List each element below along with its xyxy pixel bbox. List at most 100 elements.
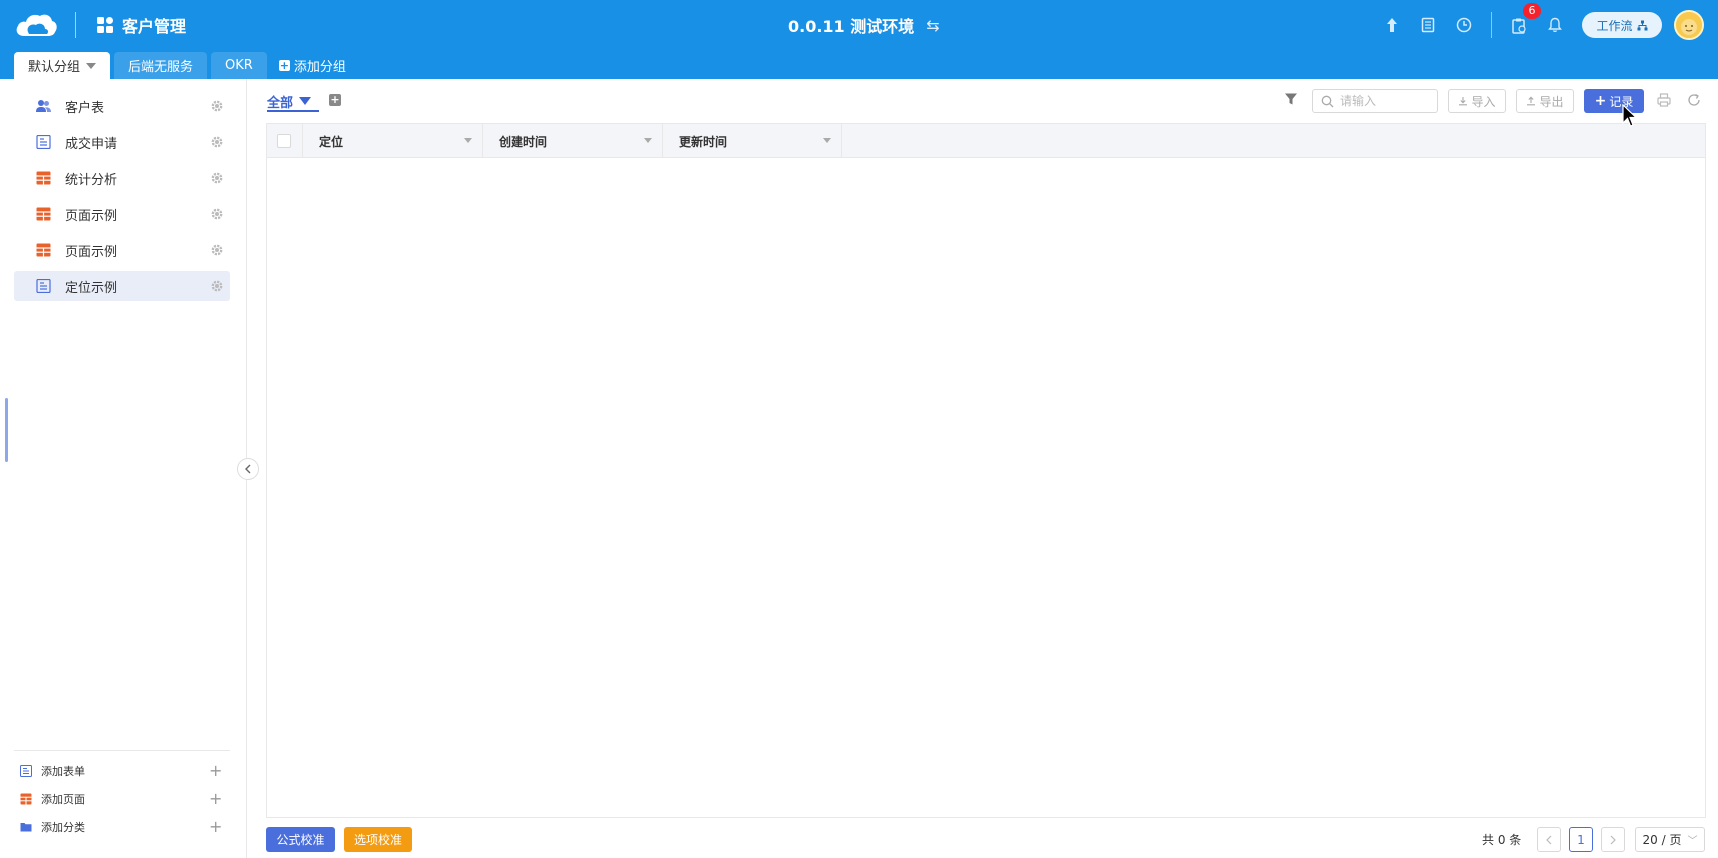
refresh-icon[interactable] xyxy=(1686,92,1702,108)
next-page-button[interactable] xyxy=(1601,827,1625,852)
sidebar-item-location-example[interactable]: 定位示例 xyxy=(14,271,230,301)
chevron-down-icon: ﹀ xyxy=(1687,836,1698,847)
add-group-label: 添加分组 xyxy=(293,60,346,75)
sidebar-item-label: 页面示例 xyxy=(65,208,118,224)
column-header-created-time[interactable]: 创建时间 xyxy=(482,124,662,158)
gear-icon[interactable] xyxy=(210,171,224,185)
add-group-button[interactable]: + 添加分组 xyxy=(271,52,354,79)
group-tabs: 默认分组 后端无服务 OKR + 添加分组 xyxy=(14,52,358,79)
column-menu-icon[interactable] xyxy=(823,138,831,143)
download-icon xyxy=(1459,97,1468,106)
mouse-cursor-icon xyxy=(1622,104,1638,127)
sidebar-item-label: 定位示例 xyxy=(65,280,118,296)
sidebar-item-page-example-2[interactable]: 页面示例 xyxy=(14,235,230,265)
sidebar-item-customer-table[interactable]: 客户表 xyxy=(14,91,230,121)
option-check-button[interactable]: 选项校准 xyxy=(344,827,412,852)
filter-icon[interactable] xyxy=(1284,92,1298,106)
notification-badge: 6 xyxy=(1523,3,1541,19)
import-button[interactable]: 导入 xyxy=(1448,89,1506,113)
folder-icon xyxy=(20,823,32,832)
page-number-button[interactable]: 1 xyxy=(1569,827,1593,852)
add-form-button[interactable]: 添加表单 + xyxy=(14,759,230,783)
user-avatar[interactable] xyxy=(1674,10,1704,40)
clock-icon[interactable] xyxy=(1454,15,1474,35)
sidebar: 客户表 成交申请 统计分析 页面示例 页面示例 定位示例 添加表单 + 添加页面… xyxy=(0,79,247,858)
import-label: 导入 xyxy=(1471,94,1496,109)
hierarchy-icon xyxy=(1637,20,1647,30)
caret-down-icon[interactable] xyxy=(299,97,312,105)
collapse-sidebar-button[interactable] xyxy=(237,458,259,480)
clipboard-icon[interactable] xyxy=(1509,15,1529,35)
column-header-label: 创建时间 xyxy=(499,134,548,149)
app-title-text: 客户管理 xyxy=(122,17,187,36)
add-form-label: 添加表单 xyxy=(41,765,85,778)
workflow-button[interactable]: 工作流 xyxy=(1582,12,1662,38)
sidebar-item-label: 客户表 xyxy=(65,100,105,116)
workflow-label: 工作流 xyxy=(1596,18,1633,33)
bell-icon[interactable] xyxy=(1545,15,1565,35)
total-count: 共 0 条 xyxy=(1482,833,1522,847)
form-icon xyxy=(36,279,51,293)
search-box[interactable] xyxy=(1312,89,1438,113)
plus-icon[interactable]: + xyxy=(209,787,222,811)
chevron-left-icon xyxy=(1546,835,1552,844)
gear-icon[interactable] xyxy=(210,243,224,257)
grid-icon xyxy=(97,17,113,33)
column-header-label: 更新时间 xyxy=(679,134,728,149)
select-all-checkbox[interactable] xyxy=(277,134,291,148)
sidebar-item-label: 统计分析 xyxy=(65,172,118,188)
sidebar-item-label: 页面示例 xyxy=(65,244,118,260)
export-button[interactable]: 导出 xyxy=(1516,89,1574,113)
plus-icon[interactable]: + xyxy=(209,759,222,783)
sidebar-item-statistics[interactable]: 统计分析 xyxy=(14,163,230,193)
document-icon[interactable] xyxy=(1418,15,1438,35)
table-icon xyxy=(36,243,51,257)
gear-icon[interactable] xyxy=(210,135,224,149)
print-icon[interactable] xyxy=(1656,92,1672,108)
swap-icon[interactable]: ⇆ xyxy=(926,16,939,35)
tab-backend-serverless[interactable]: 后端无服务 xyxy=(114,52,208,79)
users-icon xyxy=(36,100,51,112)
prev-page-button[interactable] xyxy=(1537,827,1561,852)
header-icons-divider xyxy=(1491,12,1492,38)
formula-check-button[interactable]: 公式校准 xyxy=(266,827,335,852)
chevron-down-icon[interactable] xyxy=(86,62,97,69)
plus-icon[interactable]: + xyxy=(209,815,222,839)
add-category-button[interactable]: 添加分类 + xyxy=(14,815,230,839)
upload-icon xyxy=(1527,96,1536,106)
gear-icon[interactable] xyxy=(210,279,224,293)
page-size-label: 20 / 页 xyxy=(1642,833,1682,847)
tab-okr[interactable]: OKR xyxy=(211,52,267,79)
tab-default-group[interactable]: 默认分组 xyxy=(14,52,111,79)
chevron-left-icon xyxy=(245,464,251,474)
search-icon xyxy=(1321,95,1334,107)
column-menu-icon[interactable] xyxy=(644,138,652,143)
view-tab-underline xyxy=(267,110,319,112)
table-icon xyxy=(20,793,32,805)
table-header: 定位 创建时间 更新时间 xyxy=(267,124,1705,158)
column-header-location[interactable]: 定位 xyxy=(302,124,482,158)
search-input[interactable] xyxy=(1340,94,1430,108)
tab-label: OKR xyxy=(225,58,253,73)
sidebar-item-deal-application[interactable]: 成交申请 xyxy=(14,127,230,157)
view-tab-all[interactable]: 全部 xyxy=(267,91,312,111)
add-view-icon[interactable]: + xyxy=(329,94,341,106)
top-bar: 客户管理 0.0.11 测试环境 ⇆ 6 工作流 默认分组 后端无服务 OKR xyxy=(0,0,1718,79)
app-title[interactable]: 客户管理 xyxy=(96,13,186,37)
tab-label: 默认分组 xyxy=(28,60,81,75)
column-header-updated-time[interactable]: 更新时间 xyxy=(662,124,842,158)
plus-square-icon: + xyxy=(278,59,290,72)
gear-icon[interactable] xyxy=(210,207,224,221)
header-divider xyxy=(75,12,76,38)
column-menu-icon[interactable] xyxy=(464,138,472,143)
scroll-indicator[interactable] xyxy=(5,398,8,462)
cloud-logo-icon[interactable] xyxy=(14,10,58,40)
sidebar-item-page-example-1[interactable]: 页面示例 xyxy=(14,199,230,229)
gear-icon[interactable] xyxy=(210,99,224,113)
column-header-label: 定位 xyxy=(319,134,344,149)
add-page-button[interactable]: 添加页面 + xyxy=(14,787,230,811)
upload-arrow-icon[interactable] xyxy=(1382,15,1402,35)
page-size-select[interactable]: 20 / 页 ﹀ xyxy=(1635,827,1705,852)
environment-title[interactable]: 0.0.11 测试环境 ⇆ xyxy=(788,13,940,37)
sidebar-item-label: 成交申请 xyxy=(65,136,118,152)
